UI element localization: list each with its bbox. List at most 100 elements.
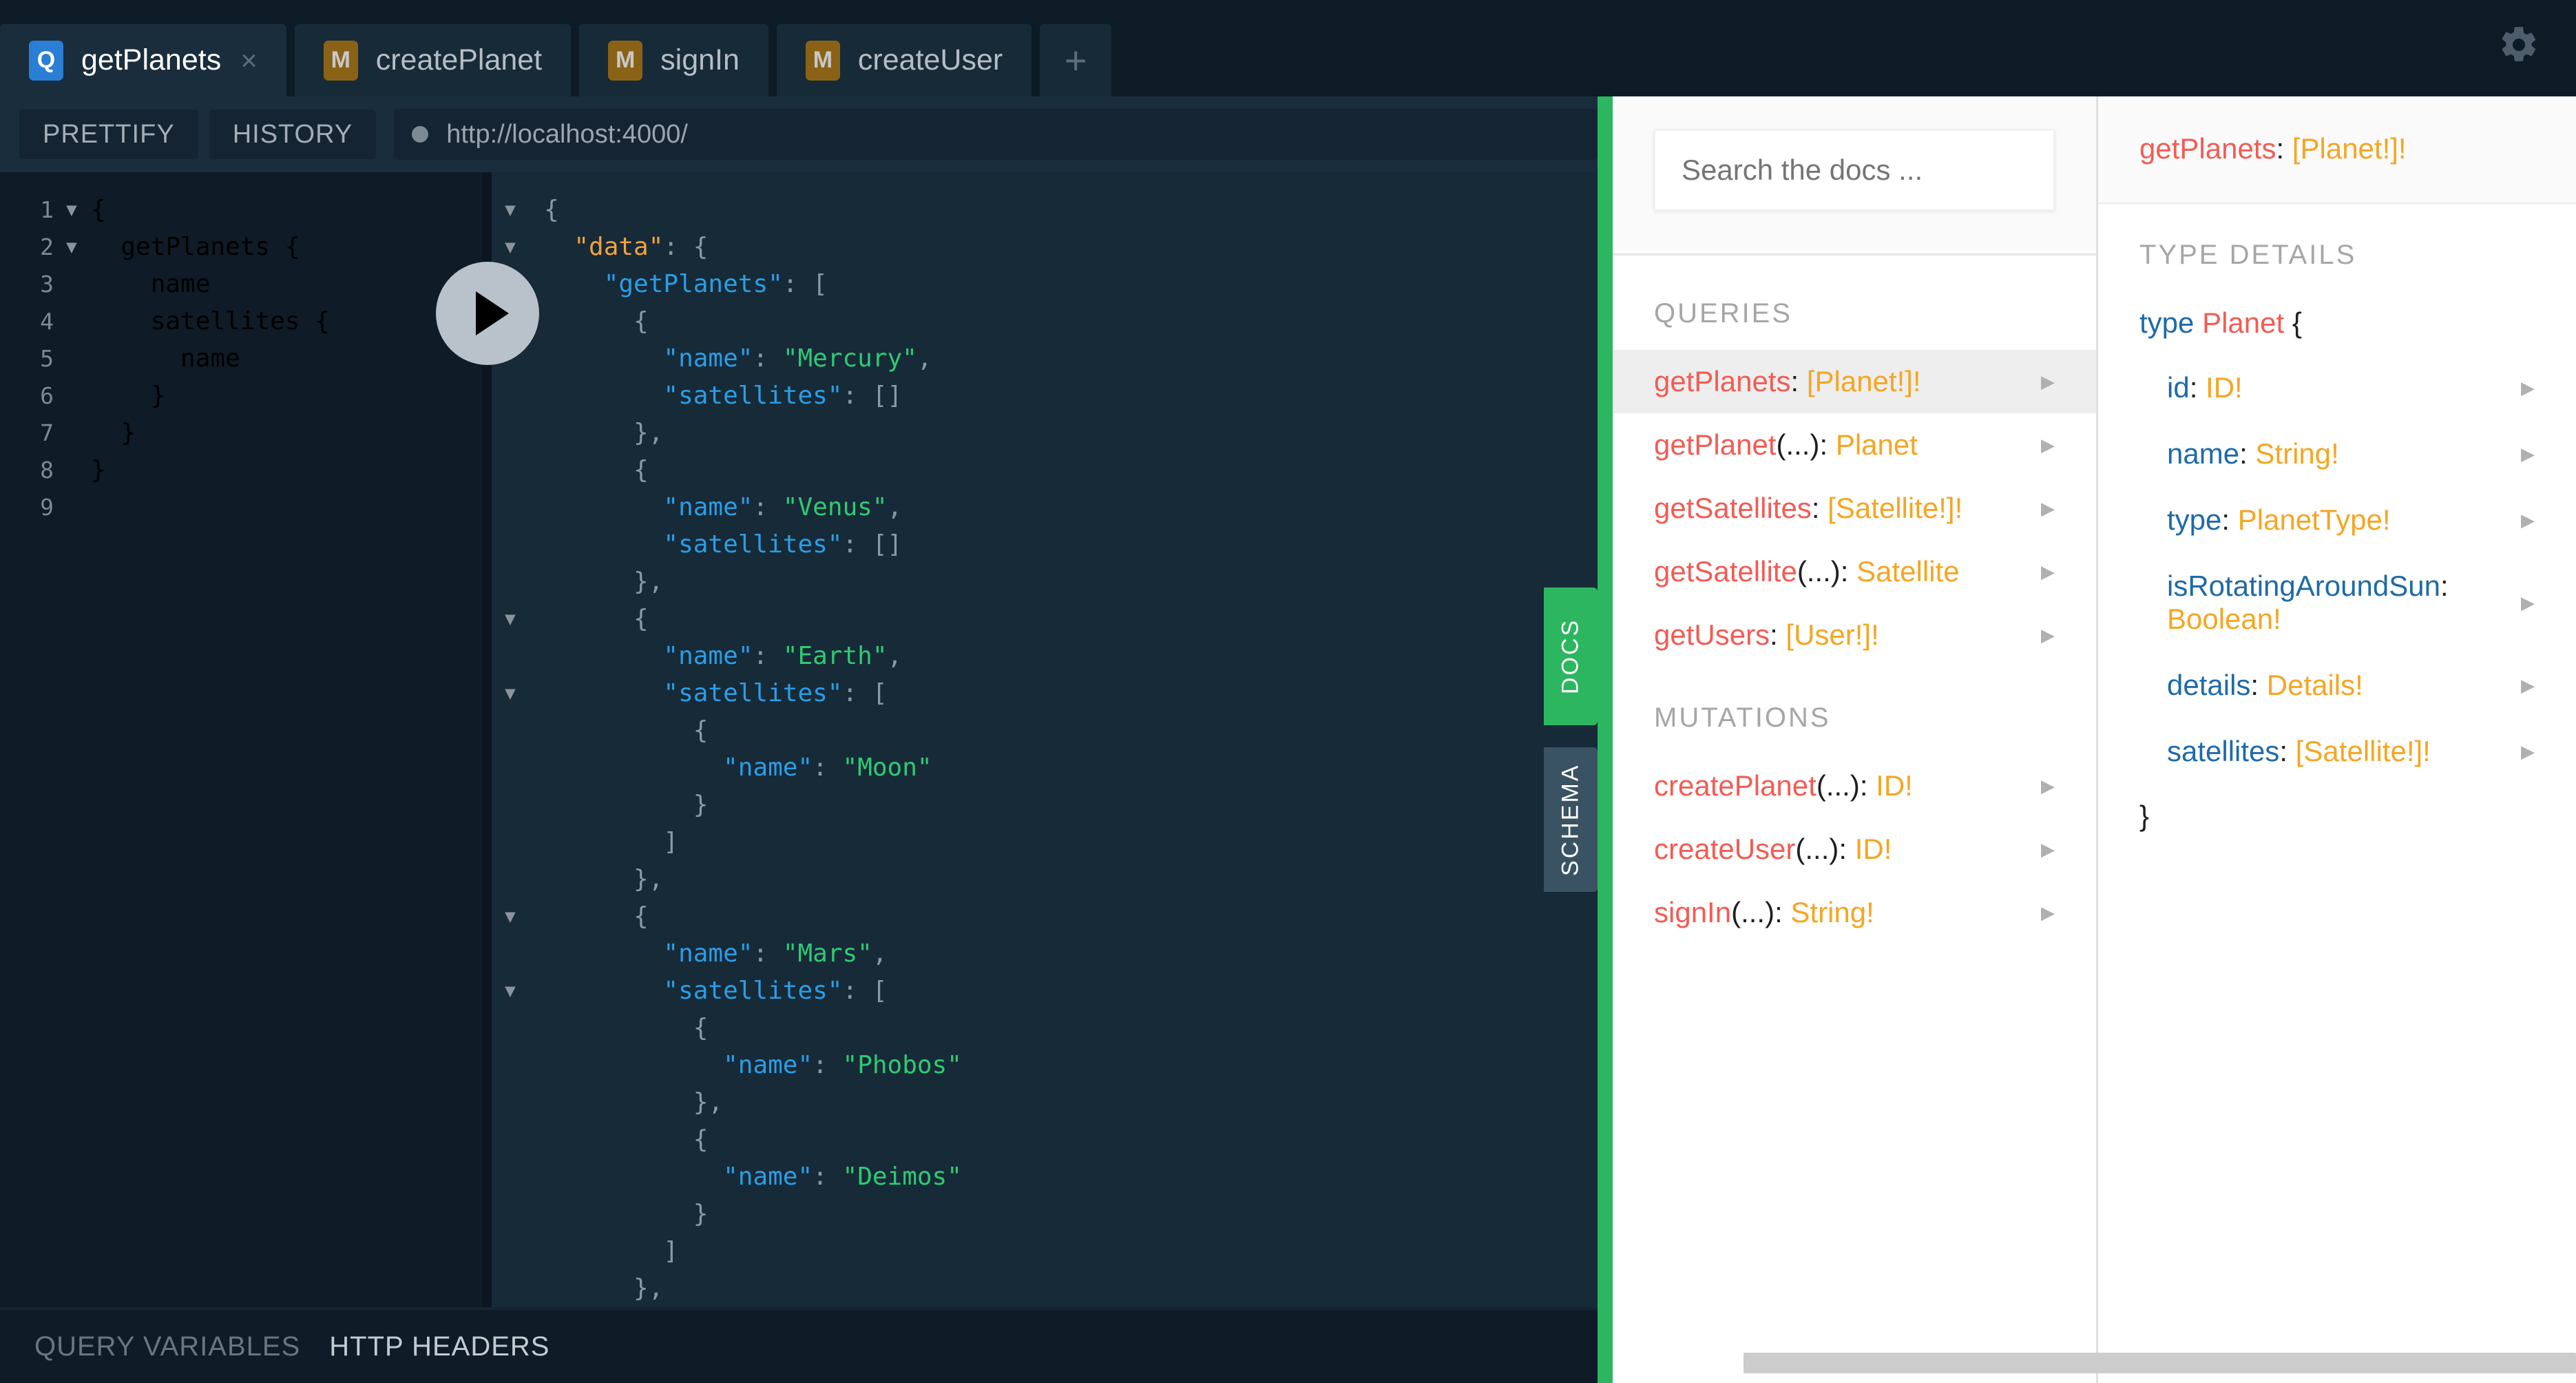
editor-bottom-bar: QUERY VARIABLES HTTP HEADERS [0, 1307, 1598, 1383]
type-field-signature: satellites: [Satellite!]! [2167, 735, 2431, 768]
type-details-column: getPlanets: [Planet!]! TYPE DETAILS type… [2098, 96, 2576, 1383]
query-signature: getPlanet(...): Planet [1654, 428, 1918, 461]
fold-arrow-icon[interactable]: ▼ [492, 601, 529, 638]
response-line: "satellites": [] [492, 377, 1598, 415]
chevron-right-icon[interactable]: ▶ [2521, 675, 2535, 696]
query-editor-pane[interactable]: 1 ▼{2 ▼ getPlanets {3 name 4 satellites {5 … [0, 172, 482, 1307]
fold-arrow-icon[interactable]: ▼ [492, 191, 529, 229]
close-icon[interactable]: × [240, 45, 258, 75]
response-line: } [492, 1196, 1598, 1233]
fold-arrow-icon[interactable]: ▼ [59, 191, 84, 229]
type-field-type[interactable]: type: PlanetType! ▶ [2139, 487, 2535, 553]
type-field-type: PlanetType! [2237, 503, 2391, 536]
type-field-satellites[interactable]: satellites: [Satellite!]! ▶ [2139, 718, 2535, 784]
chevron-right-icon[interactable]: ▶ [2521, 377, 2535, 399]
field-args: (...) [1776, 428, 1820, 461]
line-number: 1 [40, 196, 54, 223]
tab-createuser[interactable]: McreateUser [776, 24, 1032, 96]
response-line-text: { [693, 716, 709, 745]
field-name: getPlanets [1654, 365, 1791, 397]
field-type: ID! [1854, 833, 1892, 865]
fold-arrow-icon[interactable]: ▼ [492, 973, 529, 1010]
tab-createplanet[interactable]: McreatePlanet [294, 24, 572, 96]
field-type: [User!]! [1786, 618, 1879, 651]
chevron-right-icon[interactable]: ▶ [2041, 776, 2055, 797]
prettify-button[interactable]: PRETTIFY [19, 110, 198, 159]
query-line-text: { [91, 196, 106, 224]
response-line: ] [492, 1233, 1598, 1270]
http-headers-tab[interactable]: HTTP HEADERS [329, 1331, 549, 1362]
docs-list-column: QUERIES getPlanets: [Planet!]!▶getPlanet… [1613, 96, 2098, 1383]
editor-panes: 1 ▼{2 ▼ getPlanets {3 name 4 satellites {5 … [0, 172, 1598, 1307]
response-line: { [492, 303, 1598, 340]
mutation-badge-icon: M [608, 40, 643, 81]
query-item-getUsers[interactable]: getUsers: [User!]! ▶ [1613, 603, 2096, 667]
response-line: ▼ "getPlanets": [ [492, 266, 1598, 303]
type-details-section-title: TYPE DETAILS [2139, 240, 2357, 270]
response-line-text: "satellites": [ [663, 977, 888, 1005]
type-field-isRotatingAroundSun[interactable]: isRotatingAroundSun: Boolean! ▶ [2139, 553, 2535, 652]
type-close-brace: } [2139, 800, 2150, 832]
field-separator: : [1839, 833, 1855, 865]
mutation-item-createPlanet[interactable]: createPlanet(...): ID! ▶ [1613, 754, 2096, 818]
chevron-right-icon[interactable]: ▶ [2041, 902, 2055, 924]
schema-side-tab[interactable]: SCHEMA [1544, 747, 1598, 892]
mutation-signature: createUser(...): ID! [1654, 833, 1892, 866]
query-line: 4 satellites { [0, 303, 482, 340]
mutation-badge-icon: M [805, 40, 840, 81]
response-line-text: { [633, 456, 649, 484]
response-line-text: "name": "Venus", [663, 493, 903, 521]
response-line-text: "name": "Earth", [663, 642, 903, 670]
query-variables-tab[interactable]: QUERY VARIABLES [34, 1331, 300, 1362]
response-line-text: }, [633, 865, 664, 893]
field-type: String! [1790, 896, 1874, 928]
chevron-right-icon[interactable]: ▶ [2521, 741, 2535, 762]
search-input[interactable] [1654, 129, 2055, 211]
field-type: [Planet!]! [1806, 365, 1921, 397]
query-item-getSatellite[interactable]: getSatellite(...): Satellite ▶ [1613, 540, 2096, 603]
chevron-right-icon[interactable]: ▶ [2041, 561, 2055, 583]
docs-side-tab[interactable]: DOCS [1544, 587, 1598, 725]
chevron-right-icon[interactable]: ▶ [2041, 839, 2055, 860]
fold-arrow-icon[interactable]: ▼ [492, 675, 529, 712]
chevron-right-icon[interactable]: ▶ [2041, 371, 2055, 393]
chevron-right-icon[interactable]: ▶ [2521, 510, 2535, 531]
response-line-text: { [633, 307, 649, 335]
type-field-name[interactable]: name: String! ▶ [2139, 421, 2535, 487]
tab-getplanets[interactable]: QgetPlanets × [0, 24, 286, 96]
query-editor[interactable]: 1 ▼{2 ▼ getPlanets {3 name 4 satellites {5 … [0, 172, 482, 526]
query-item-getPlanets[interactable]: getPlanets: [Planet!]! ▶ [1613, 350, 2096, 413]
response-line: "name": "Moon" [492, 749, 1598, 787]
tab-label: signIn [660, 43, 740, 76]
type-field-id[interactable]: id: ID! ▶ [2139, 355, 2535, 421]
docs-horizontal-scrollbar[interactable] [1743, 1353, 2576, 1373]
type-name[interactable]: Planet [2202, 306, 2284, 339]
response-pane[interactable]: ▼ { ▼ "data": {▼ "getPlanets": [ { "name":… [482, 172, 1598, 1307]
query-line-text: } [121, 419, 136, 447]
chevron-right-icon[interactable]: ▶ [2041, 435, 2055, 456]
type-field-name: id [2167, 371, 2190, 404]
query-line-text: name [180, 344, 240, 373]
mutation-item-createUser[interactable]: createUser(...): ID! ▶ [1613, 818, 2096, 881]
chevron-right-icon[interactable]: ▶ [2521, 444, 2535, 465]
response-line: ▼ "data": { [492, 229, 1598, 266]
chevron-right-icon[interactable]: ▶ [2041, 625, 2055, 646]
response-line-text: }, [633, 419, 664, 447]
chevron-right-icon[interactable]: ▶ [2041, 498, 2055, 519]
history-button[interactable]: HISTORY [209, 110, 377, 159]
tab-signin[interactable]: MsignIn [579, 24, 768, 96]
fold-arrow-icon[interactable]: ▼ [492, 229, 529, 266]
endpoint-url-input[interactable]: http://localhost:4000/ [394, 109, 1598, 160]
execute-query-button[interactable] [436, 262, 539, 365]
line-number: 3 [40, 271, 54, 298]
type-field-type: Boolean! [2167, 603, 2281, 635]
type-field-details[interactable]: details: Details! ▶ [2139, 652, 2535, 718]
new-tab-button[interactable]: + [1040, 24, 1112, 96]
chevron-right-icon[interactable]: ▶ [2521, 592, 2535, 614]
fold-arrow-icon[interactable]: ▼ [59, 229, 84, 266]
fold-arrow-icon[interactable]: ▼ [492, 898, 529, 935]
query-item-getSatellites[interactable]: getSatellites: [Satellite!]! ▶ [1613, 477, 2096, 540]
gear-icon[interactable] [2498, 23, 2540, 66]
query-item-getPlanet[interactable]: getPlanet(...): Planet ▶ [1613, 413, 2096, 477]
mutation-item-signIn[interactable]: signIn(...): String! ▶ [1613, 881, 2096, 944]
